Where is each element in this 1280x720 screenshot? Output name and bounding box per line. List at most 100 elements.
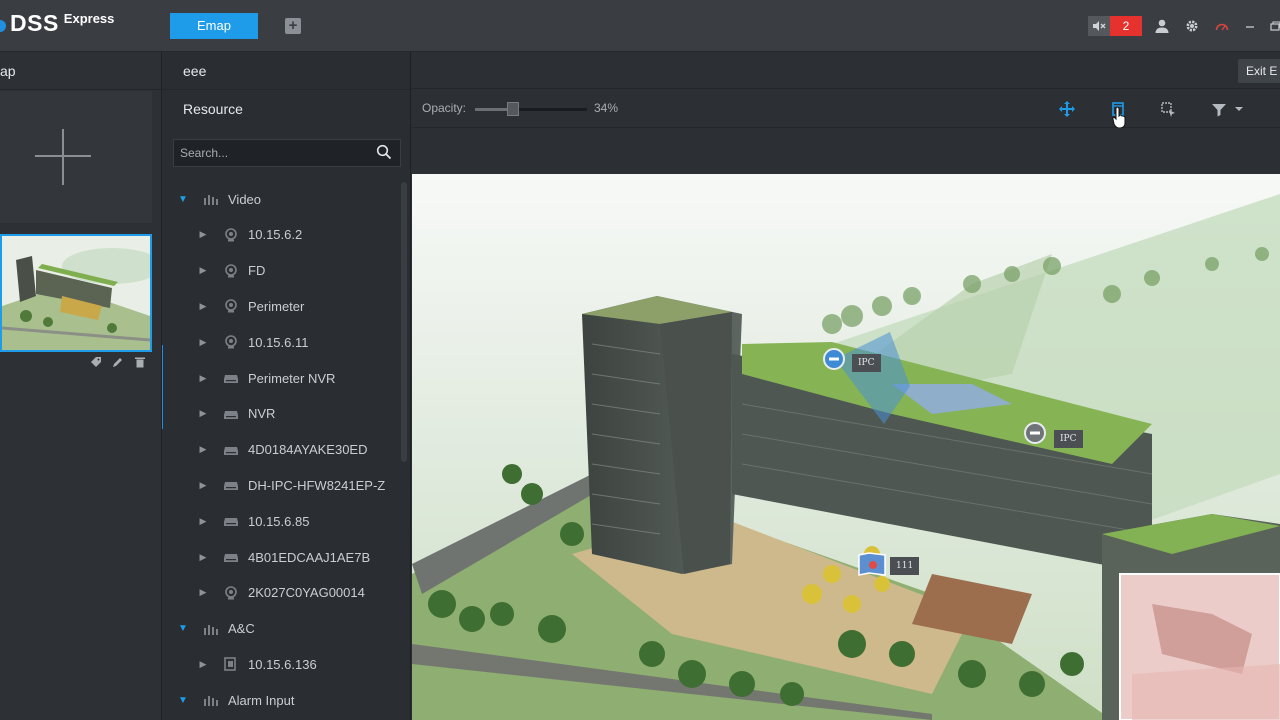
group-icon bbox=[203, 622, 219, 636]
tree-item-4[interactable]: ▶ 10.15.6.11 bbox=[197, 331, 309, 353]
camera-device-icon bbox=[223, 263, 239, 278]
tag-icon[interactable] bbox=[90, 356, 102, 371]
collapsed-caret-icon[interactable]: ▶ bbox=[197, 480, 209, 491]
resource-search[interactable] bbox=[173, 139, 401, 167]
tree-item-label: FD bbox=[248, 263, 266, 279]
search-input[interactable] bbox=[174, 140, 370, 166]
mute-speaker-icon[interactable] bbox=[1088, 16, 1110, 36]
collapsed-caret-icon[interactable]: ▶ bbox=[197, 552, 209, 563]
ipc-camera-icon[interactable] bbox=[823, 348, 845, 370]
ipc-camera-icon[interactable] bbox=[1024, 422, 1046, 444]
edit-pencil-icon[interactable] bbox=[112, 356, 124, 371]
tree-item-11[interactable]: ▶ 2K027C0YAG00014 bbox=[197, 582, 365, 604]
nvr-icon bbox=[223, 550, 239, 564]
thumbnail-actions bbox=[90, 356, 146, 371]
logo-mark bbox=[0, 20, 6, 32]
user-icon[interactable] bbox=[1153, 16, 1171, 36]
tree-group-0[interactable]: ▼ Video bbox=[177, 188, 261, 210]
app-logo: DSS Express bbox=[0, 10, 114, 37]
tree-item-5[interactable]: ▶ Perimeter NVR bbox=[197, 367, 336, 389]
top-bar: DSS Express Emap + 2 bbox=[0, 0, 1280, 52]
nvr-icon bbox=[223, 478, 239, 492]
camera-device-icon bbox=[223, 335, 239, 349]
tree-item-label: 10.15.6.85 bbox=[248, 513, 310, 529]
tree-item-6[interactable]: ▶ NVR bbox=[197, 403, 276, 425]
tree-item-3[interactable]: ▶ Perimeter bbox=[197, 295, 305, 317]
marker-label: IPC bbox=[1054, 430, 1083, 448]
map-name: eee bbox=[163, 52, 410, 90]
logo-sub-text: Express bbox=[63, 11, 115, 26]
resource-panel: eee Resource ▼ Video ▶ 10.15.6.2 ▶ FD ▶ Perimet… bbox=[163, 52, 411, 720]
exit-edit-button[interactable]: Exit E bbox=[1238, 59, 1280, 83]
restore-window-icon[interactable] bbox=[1266, 16, 1280, 36]
tree-item-10[interactable]: ▶ 4B01EDCAAJ1AE7B bbox=[197, 546, 371, 568]
access-control-marker-icon[interactable] bbox=[857, 551, 887, 577]
tree-group-14[interactable]: ▼ Alarm Input bbox=[177, 689, 294, 711]
map-thumbnail[interactable] bbox=[0, 234, 152, 352]
tab-emap[interactable]: Emap bbox=[170, 13, 258, 39]
map-workspace: Exit E Opacity: 34% IPC IPC 111 bbox=[412, 52, 1280, 720]
collapsed-caret-icon[interactable]: ▶ bbox=[197, 337, 209, 348]
settings-gear-icon[interactable] bbox=[1183, 16, 1201, 36]
opacity-slider[interactable] bbox=[475, 102, 587, 116]
group-icon bbox=[203, 192, 219, 206]
tree-item-label: 2K027C0YAG00014 bbox=[248, 585, 365, 601]
tree-item-7[interactable]: ▶ 4D0184AYAKE30ED bbox=[197, 439, 368, 461]
tree-item-label: Alarm Input bbox=[228, 692, 295, 708]
nvr-icon bbox=[223, 514, 239, 528]
collapsed-caret-icon[interactable]: ▶ bbox=[197, 373, 209, 384]
expanded-caret-icon[interactable]: ▼ bbox=[177, 623, 189, 634]
minimize-icon[interactable] bbox=[1241, 16, 1259, 36]
nvr-icon bbox=[223, 371, 239, 385]
tree-item-label: 4D0184AYAKE30ED bbox=[248, 442, 368, 458]
map-toolbar: Opacity: 34% bbox=[412, 90, 1280, 128]
tree-item-8[interactable]: ▶ DH-IPC-HFW8241EP-Z bbox=[197, 474, 386, 496]
tree-item-label: 10.15.6.2 bbox=[248, 227, 303, 243]
map-image bbox=[412, 174, 1280, 720]
alarm-count-badge[interactable]: 2 bbox=[1110, 16, 1142, 36]
move-pan-icon[interactable] bbox=[1058, 100, 1076, 118]
tree-item-label: Perimeter NVR bbox=[248, 370, 336, 386]
tree-item-9[interactable]: ▶ 10.15.6.85 bbox=[197, 510, 310, 532]
collapsed-caret-icon[interactable]: ▶ bbox=[197, 408, 209, 419]
tree-item-label: Perimeter bbox=[248, 298, 305, 314]
box-select-icon[interactable] bbox=[1159, 100, 1177, 118]
tree-item-1[interactable]: ▶ 10.15.6.2 bbox=[197, 224, 303, 246]
camera-device-icon bbox=[223, 299, 239, 313]
search-icon[interactable] bbox=[376, 144, 392, 160]
tree-item-13[interactable]: ▶ 10.15.6.136 bbox=[197, 653, 317, 675]
tree-group-12[interactable]: ▼ A&C bbox=[177, 618, 255, 640]
collapsed-caret-icon[interactable]: ▶ bbox=[197, 229, 209, 240]
delete-trash-icon[interactable] bbox=[134, 356, 146, 371]
filter-dropdown-icon[interactable] bbox=[1234, 100, 1252, 118]
tree-item-2[interactable]: ▶ FD bbox=[197, 260, 266, 282]
collapsed-caret-icon[interactable]: ▶ bbox=[197, 587, 209, 598]
opacity-label: Opacity: bbox=[422, 101, 467, 115]
resource-title: Resource bbox=[183, 101, 243, 117]
add-tab-button[interactable]: + bbox=[285, 18, 301, 34]
collapsed-caret-icon[interactable]: ▶ bbox=[197, 659, 209, 670]
expanded-caret-icon[interactable]: ▼ bbox=[177, 695, 189, 706]
tree-scrollbar[interactable] bbox=[401, 182, 407, 462]
marker-label: 111 bbox=[890, 557, 920, 575]
alarm-indicator[interactable]: 2 bbox=[1088, 16, 1142, 36]
opacity-slider-knob[interactable] bbox=[507, 102, 520, 116]
map-subbar bbox=[412, 129, 1280, 174]
tree-item-label: NVR bbox=[248, 406, 276, 422]
tree-item-label: Video bbox=[228, 191, 262, 207]
collapsed-caret-icon[interactable]: ▶ bbox=[197, 265, 209, 276]
performance-gauge-icon[interactable] bbox=[1213, 16, 1231, 36]
map-canvas[interactable]: IPC IPC 111 bbox=[412, 174, 1280, 720]
filter-icon[interactable] bbox=[1210, 100, 1228, 118]
tree-item-label: DH-IPC-HFW8241EP-Z bbox=[248, 477, 386, 493]
tree-item-label: 4B01EDCAAJ1AE7B bbox=[248, 549, 371, 565]
group-icon bbox=[203, 693, 219, 707]
collapsed-caret-icon[interactable]: ▶ bbox=[197, 301, 209, 312]
expanded-caret-icon[interactable]: ▼ bbox=[177, 194, 189, 205]
access-control-icon bbox=[223, 657, 239, 672]
collapsed-caret-icon[interactable]: ▶ bbox=[197, 444, 209, 455]
map-header: Exit E bbox=[412, 52, 1280, 89]
collapsed-caret-icon[interactable]: ▶ bbox=[197, 516, 209, 527]
map-list-title: ap bbox=[0, 52, 161, 90]
add-map-button[interactable] bbox=[0, 91, 152, 223]
